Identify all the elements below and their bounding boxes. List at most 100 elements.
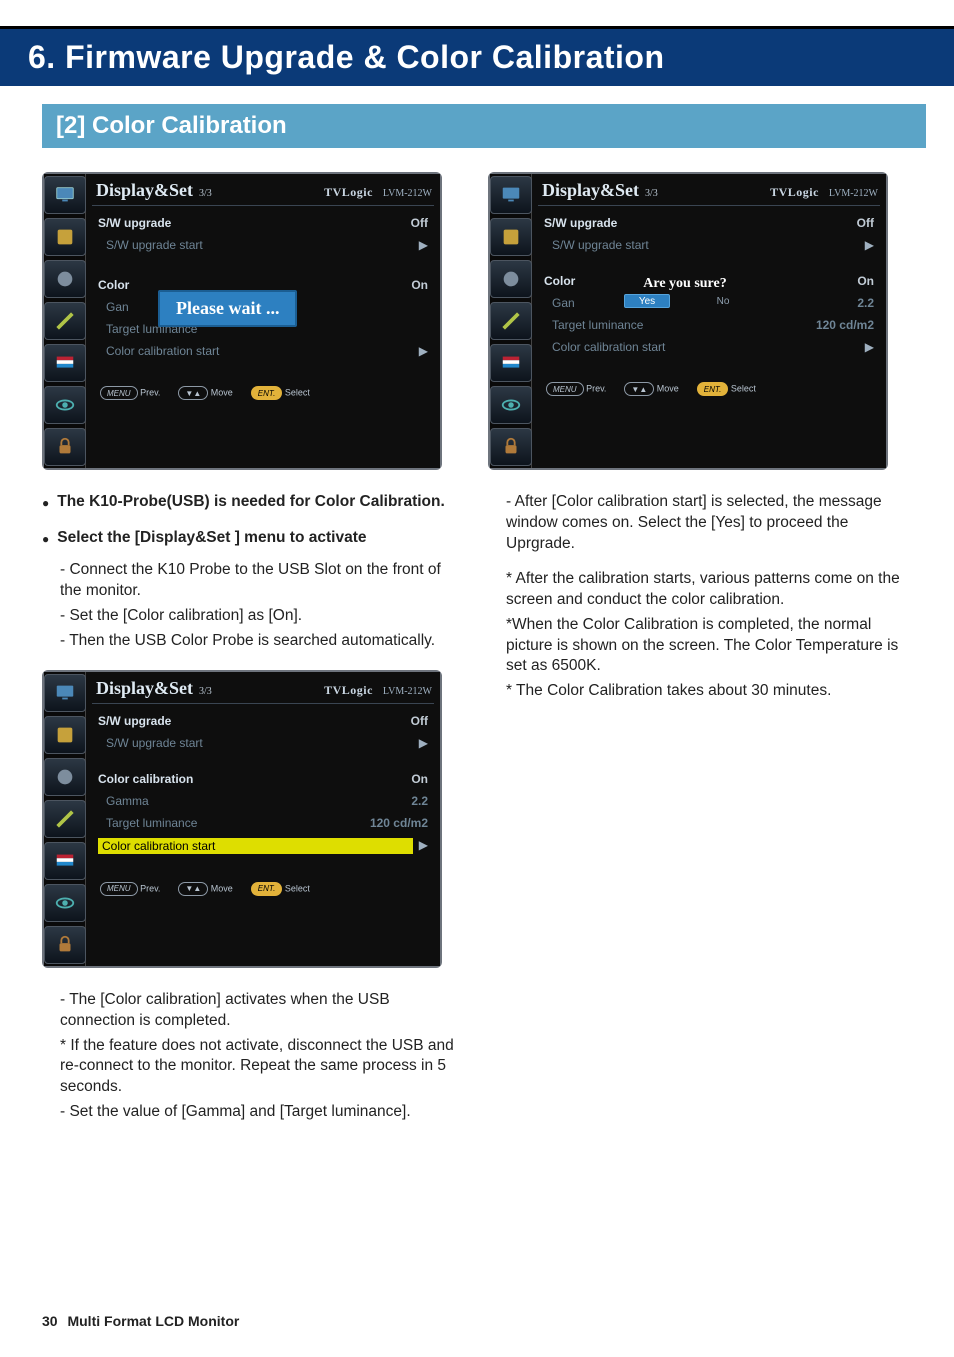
ent-pill: ENT.: [251, 386, 283, 400]
chevron-right-icon: ▶: [865, 340, 874, 354]
marker-icon: [490, 302, 532, 340]
color-cal-label: Color calibration: [98, 772, 411, 786]
step-set-on: - Set the [Color calibration] as [On].: [60, 606, 466, 627]
tools-icon: [44, 758, 86, 796]
color-cal-start-highlighted[interactable]: Color calibration start: [98, 838, 413, 854]
step-connect: - Connect the K10 Probe to the USB Slot …: [60, 560, 466, 602]
body-text-block-2: - The [Color calibration] activates when…: [42, 990, 466, 1124]
marker-icon: [44, 800, 86, 838]
osd-model: LVM-212W: [383, 686, 432, 697]
osd-icon-strip: [44, 174, 86, 468]
gan-label-prefix: Gan: [106, 300, 129, 314]
osd-title: Display&Set: [542, 180, 639, 201]
eye-icon: [490, 386, 532, 424]
flag-icon: [44, 842, 86, 880]
color-cal-value: On: [411, 772, 428, 786]
tools-icon: [44, 260, 86, 298]
select-label: Select: [731, 384, 756, 394]
sw-upgrade-start-label: S/W upgrade start: [98, 736, 413, 750]
flag-icon: [490, 344, 532, 382]
monitor-icon: [44, 176, 86, 214]
note-reconnect: * If the feature does not activate, disc…: [60, 1036, 466, 1099]
osd-title: Display&Set: [96, 180, 193, 201]
sw-upgrade-label: S/W upgrade: [98, 714, 411, 728]
move-pill: ▼▲: [178, 882, 208, 896]
palette-icon: [490, 218, 532, 256]
color-label-prefix: Color: [544, 274, 575, 288]
are-you-sure-text: Are you sure?: [624, 276, 746, 292]
osd-icon-strip: [44, 672, 86, 966]
osd-brand: TVLogic: [324, 185, 373, 200]
chapter-title-bar: 6. Firmware Upgrade & Color Calibration: [0, 26, 954, 86]
osd-model: LVM-212W: [383, 188, 432, 199]
sw-upgrade-value: Off: [411, 216, 428, 230]
step-after-start: - After [Color calibration start] is sel…: [506, 492, 912, 555]
target-luminance-value: 120 cd/m2: [370, 816, 428, 830]
color-cal-start-label: Color calibration start: [544, 340, 859, 354]
gamma-label: Gamma: [98, 794, 411, 808]
section-title-bar: [2] Color Calibration: [42, 104, 926, 148]
prev-label: Prev.: [586, 384, 606, 394]
chevron-right-icon: ▶: [419, 838, 428, 854]
bullet-display-set: Select the [Display&Set ] menu to activa…: [42, 528, 466, 550]
target-luminance-label: Target luminance: [98, 816, 370, 830]
monitor-icon: [490, 176, 532, 214]
move-label: Move: [211, 883, 233, 893]
select-label: Select: [285, 388, 310, 398]
menu-pill: MENU: [546, 382, 584, 396]
note-patterns: * After the calibration starts, various …: [506, 569, 912, 611]
color-cal-value: On: [857, 274, 874, 288]
step-activates: - The [Color calibration] activates when…: [60, 990, 466, 1032]
eye-icon: [44, 884, 86, 922]
target-luminance-label: Target luminance: [544, 318, 816, 332]
page-number: 30: [42, 1313, 58, 1329]
sw-upgrade-value: Off: [411, 714, 428, 728]
osd-title: Display&Set: [96, 678, 193, 699]
no-button[interactable]: No: [700, 294, 746, 308]
sw-upgrade-value: Off: [857, 216, 874, 230]
flag-icon: [44, 344, 86, 382]
osd-model: LVM-212W: [829, 188, 878, 199]
gamma-value: 2.2: [857, 296, 874, 310]
sw-upgrade-label: S/W upgrade: [544, 216, 857, 230]
gamma-value: 2.2: [411, 794, 428, 808]
menu-pill: MENU: [100, 386, 138, 400]
gan-label-prefix: Gan: [552, 296, 575, 310]
chevron-right-icon: ▶: [865, 238, 874, 252]
move-label: Move: [657, 384, 679, 394]
move-pill: ▼▲: [624, 382, 654, 396]
body-text-block-1: The K10-Probe(USB) is needed for Color C…: [42, 492, 466, 652]
are-you-sure-dialog: Are you sure? Yes No: [624, 276, 746, 308]
chapter-title: 6. Firmware Upgrade & Color Calibration: [28, 39, 665, 76]
doc-title: Multi Format LCD Monitor: [67, 1313, 239, 1329]
menu-pill: MENU: [100, 882, 138, 896]
palette-icon: [44, 218, 86, 256]
eye-icon: [44, 386, 86, 424]
monitor-icon: [44, 674, 86, 712]
color-cal-value: On: [411, 278, 428, 292]
section-title: [2] Color Calibration: [56, 112, 912, 140]
sw-upgrade-start-label: S/W upgrade start: [98, 238, 413, 252]
color-label-prefix: Color: [98, 278, 129, 292]
sw-upgrade-start-label: S/W upgrade start: [544, 238, 859, 252]
body-text-block-right: - After [Color calibration start] is sel…: [488, 492, 912, 702]
tools-icon: [490, 260, 532, 298]
bullet-k10-probe: The K10-Probe(USB) is needed for Color C…: [42, 492, 466, 514]
yes-button[interactable]: Yes: [624, 294, 670, 308]
step-searched: - Then the USB Color Probe is searched a…: [60, 631, 466, 652]
osd-icon-strip: [490, 174, 532, 468]
prev-label: Prev.: [140, 388, 160, 398]
osd-screenshot-2: Display&Set 3/3 TVLogic LVM-212W S/W upg…: [42, 670, 442, 968]
chevron-right-icon: ▶: [419, 238, 428, 252]
osd-page-indicator: 3/3: [199, 188, 212, 199]
note-completed: *When the Color Calibration is completed…: [506, 615, 912, 678]
ent-pill: ENT.: [697, 382, 729, 396]
chevron-right-icon: ▶: [419, 736, 428, 750]
move-pill: ▼▲: [178, 386, 208, 400]
note-duration: * The Color Calibration takes about 30 m…: [506, 681, 912, 702]
lock-icon: [44, 926, 86, 964]
lock-icon: [490, 428, 532, 466]
osd-page-indicator: 3/3: [645, 188, 658, 199]
sw-upgrade-label: S/W upgrade: [98, 216, 411, 230]
page-footer: 30 Multi Format LCD Monitor: [42, 1313, 239, 1329]
